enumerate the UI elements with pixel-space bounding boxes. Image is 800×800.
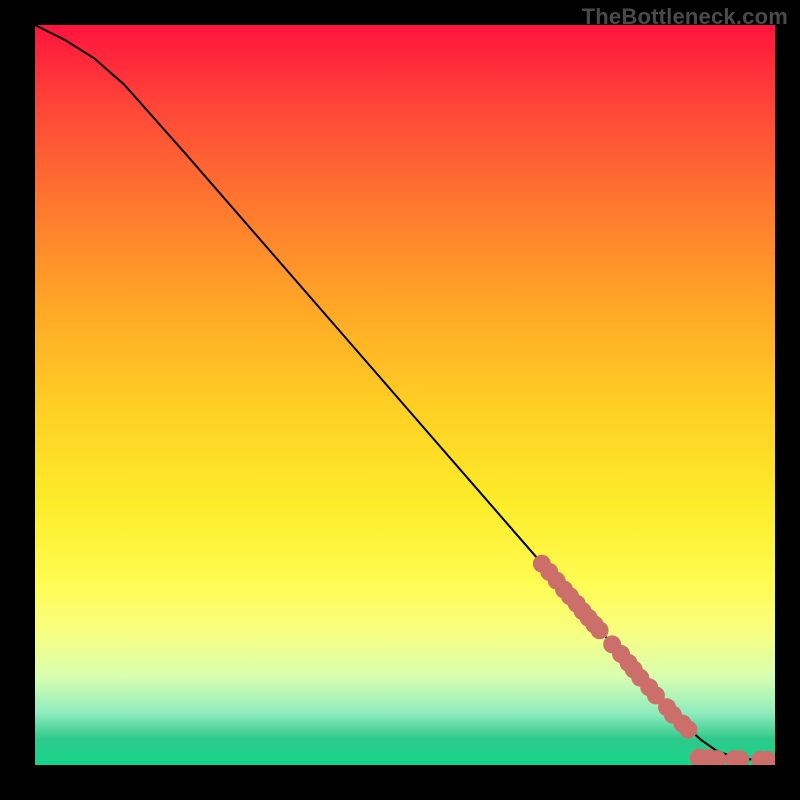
plot-area (35, 25, 775, 765)
scatter-dot (679, 721, 697, 739)
curve-line (35, 25, 775, 760)
chart-container: TheBottleneck.com (0, 0, 800, 800)
chart-svg (35, 25, 775, 765)
scatter-group (533, 555, 775, 765)
scatter-dot (591, 621, 609, 639)
